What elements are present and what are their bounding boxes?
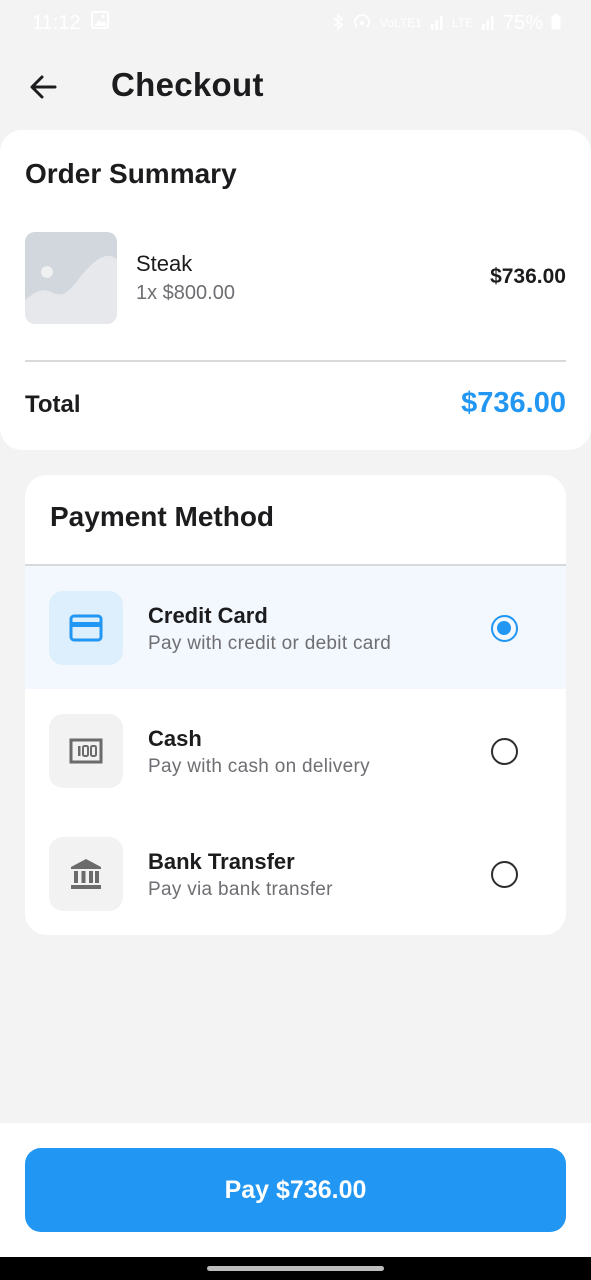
payment-method-card: Payment Method Credit Card Pay with cred… — [25, 475, 566, 935]
gallery-icon — [90, 11, 109, 35]
home-indicator[interactable] — [207, 1266, 384, 1271]
radio-unselected[interactable] — [491, 738, 518, 765]
payment-method-title: Payment Method — [50, 501, 275, 532]
order-summary-title: Order Summary — [25, 158, 237, 189]
payment-option-cash[interactable]: Cash Pay with cash on delivery — [25, 689, 566, 812]
battery-percent: 75% — [502, 11, 543, 34]
option-subtitle: Pay via bank transfer — [148, 879, 333, 900]
status-right: VoLTE1 LTE 75% — [332, 12, 561, 35]
radio-unselected[interactable] — [491, 861, 518, 888]
network-label-2: LTE — [451, 16, 473, 30]
total-label: Total — [25, 391, 81, 418]
option-title: Credit Card — [148, 603, 268, 628]
payment-option-credit-card[interactable]: Credit Card Pay with credit or debit car… — [25, 566, 566, 689]
option-title: Bank Transfer — [148, 849, 295, 874]
order-summary-card: Order Summary Steak 1x $800.00 $736.00 T… — [0, 130, 591, 450]
cash-icon — [49, 714, 123, 788]
signal-icon-1 — [430, 14, 444, 33]
network-label-1: VoLTE1 — [380, 16, 422, 30]
status-bar: 11:12 VoLTE1 LTE 75% — [0, 0, 591, 46]
option-subtitle: Pay with cash on delivery — [148, 756, 370, 777]
hotspot-icon — [352, 13, 372, 34]
item-name: Steak — [136, 251, 193, 276]
page-title: Checkout — [111, 66, 264, 103]
pay-button[interactable]: Pay $736.00 — [25, 1148, 566, 1232]
divider — [25, 360, 566, 362]
status-time: 11:12 — [32, 11, 81, 34]
app-bar: Checkout — [0, 46, 591, 130]
bank-icon — [49, 837, 123, 911]
battery-icon — [551, 13, 561, 33]
arrow-left-icon — [28, 72, 58, 107]
checkout-screen: 11:12 VoLTE1 LTE 75% Checkout Order Summ… — [0, 0, 591, 1280]
total-value: $736.00 — [461, 387, 566, 419]
system-nav-bar — [0, 1257, 591, 1280]
item-price: $736.00 — [490, 265, 566, 288]
option-title: Cash — [148, 726, 202, 751]
radio-selected[interactable] — [491, 615, 518, 642]
payment-option-bank-transfer[interactable]: Bank Transfer Pay via bank transfer — [25, 812, 566, 935]
back-button[interactable] — [22, 68, 64, 110]
bluetooth-icon — [332, 12, 344, 34]
image-placeholder-icon — [25, 232, 117, 324]
status-left: 11:12 — [32, 11, 109, 35]
item-quantity-price: 1x $800.00 — [136, 282, 235, 304]
signal-icon-2 — [481, 14, 495, 33]
option-subtitle: Pay with credit or debit card — [148, 633, 392, 654]
credit-card-icon — [49, 591, 123, 665]
bottom-bar: Pay $736.00 — [0, 1123, 591, 1257]
